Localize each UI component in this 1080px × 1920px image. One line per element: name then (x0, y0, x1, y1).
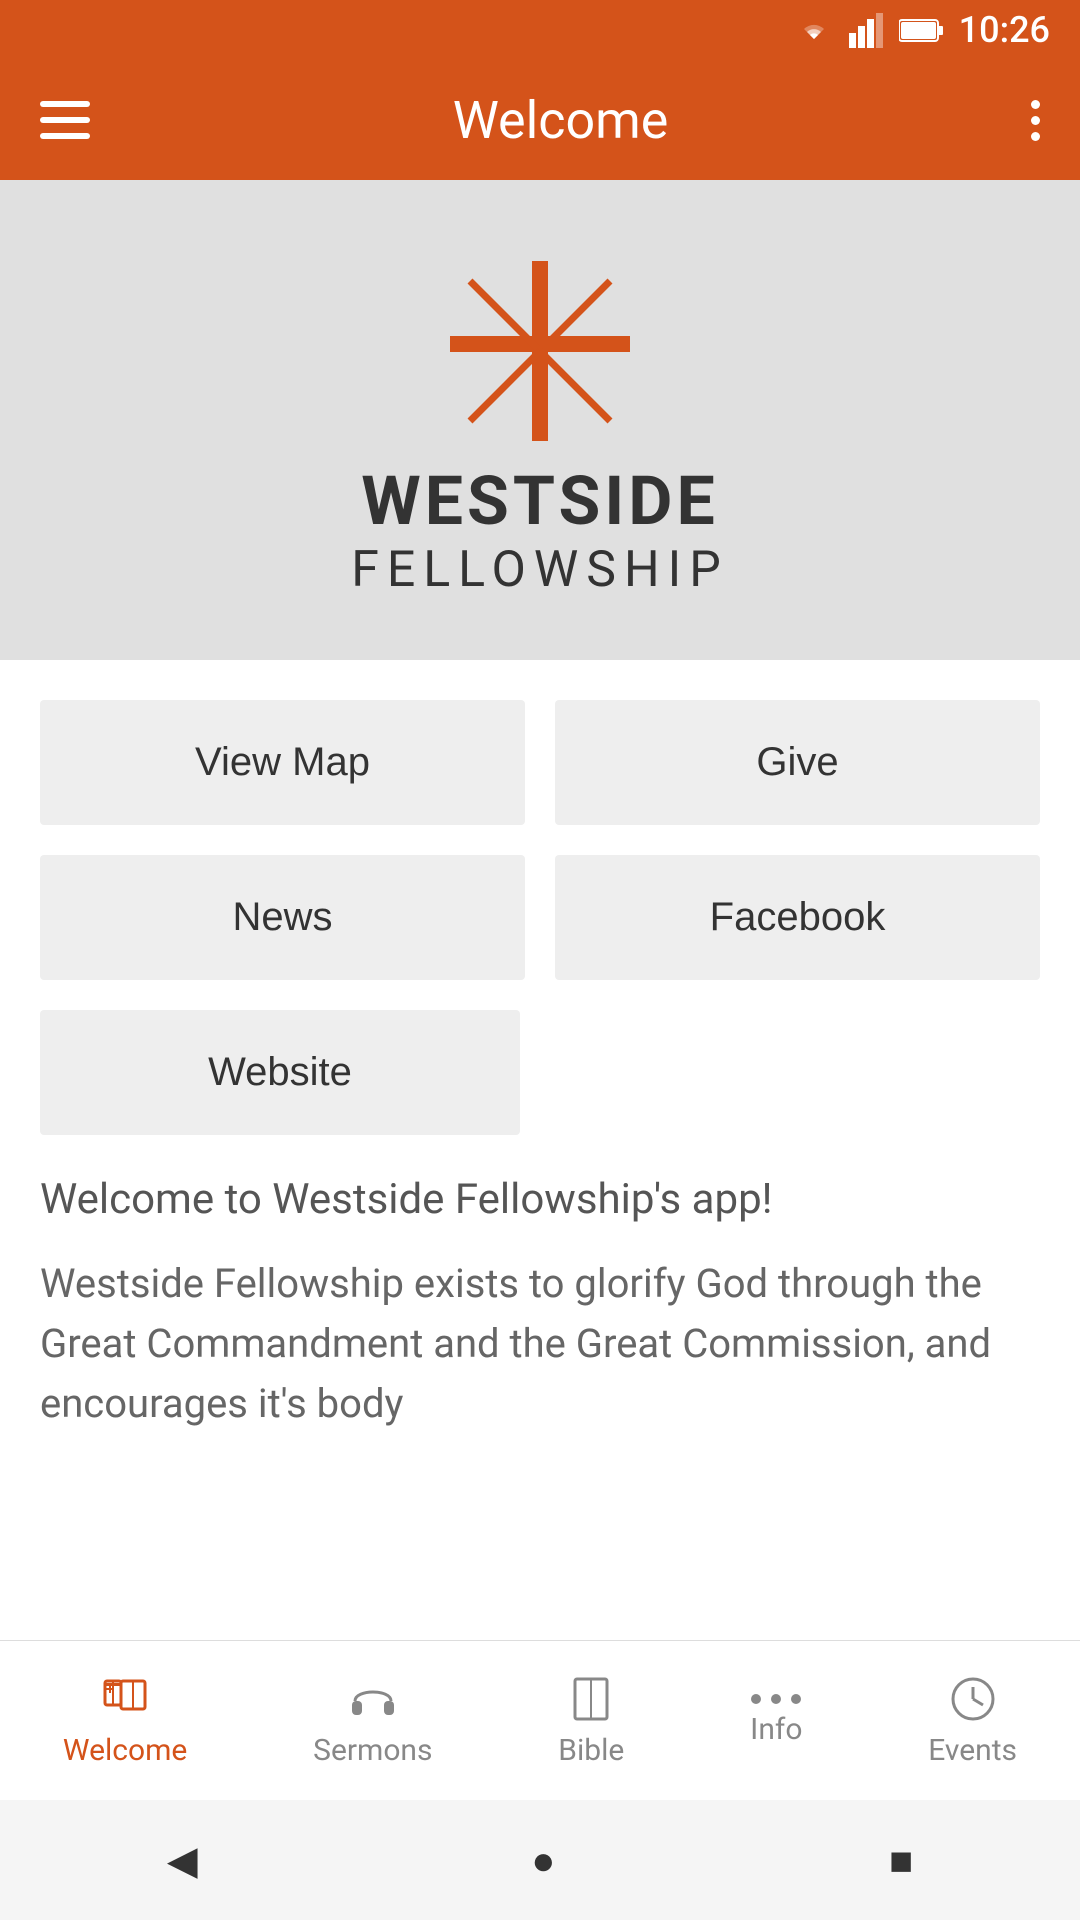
status-icons: 10:26 (794, 9, 1050, 51)
hamburger-line-1 (40, 101, 90, 107)
welcome-heading: Welcome to Westside Fellowship's app! (40, 1175, 1040, 1224)
signal-icon (849, 13, 884, 48)
hamburger-line-2 (40, 117, 90, 123)
system-navigation: ◀ ● ■ (0, 1800, 1080, 1920)
org-subtitle: FELLOWSHIP (351, 541, 729, 599)
hamburger-line-3 (40, 133, 90, 139)
facebook-button[interactable]: Facebook (555, 855, 1040, 980)
nav-item-info[interactable]: Info (730, 1684, 822, 1757)
wifi-icon (794, 15, 834, 45)
nav-item-welcome[interactable]: Welcome (43, 1663, 207, 1778)
status-time: 10:26 (959, 9, 1050, 51)
main-content: View Map Give News Facebook Website Welc… (0, 660, 1080, 1454)
org-name: WESTSIDE (361, 461, 718, 541)
back-button[interactable]: ◀ (167, 1837, 198, 1884)
nav-label-bible: Bible (558, 1733, 624, 1768)
clock-icon (947, 1673, 999, 1725)
website-button[interactable]: Website (40, 1010, 520, 1135)
more-dot-3 (1031, 132, 1040, 141)
hamburger-menu-button[interactable] (40, 101, 90, 139)
welcome-body: Westside Fellowship exists to glorify Go… (40, 1254, 1040, 1434)
nav-item-bible[interactable]: Bible (538, 1663, 644, 1778)
more-dots-icon (751, 1694, 801, 1704)
recent-button[interactable]: ■ (889, 1837, 913, 1884)
home-button[interactable]: ● (531, 1837, 555, 1884)
status-bar: 10:26 (0, 0, 1080, 60)
view-map-button[interactable]: View Map (40, 700, 525, 825)
nav-label-sermons: Sermons (313, 1733, 432, 1768)
more-dot-1 (1031, 100, 1040, 109)
app-bar: Welcome (0, 60, 1080, 180)
more-dot-2 (1031, 116, 1040, 125)
bottom-navigation: Welcome Sermons Bible Info (0, 1640, 1080, 1800)
nav-label-welcome: Welcome (63, 1733, 187, 1768)
give-button[interactable]: Give (555, 700, 1040, 825)
nav-label-events: Events (928, 1733, 1017, 1768)
page-title: Welcome (453, 90, 669, 151)
book-open-icon (99, 1673, 151, 1725)
more-menu-button[interactable] (1031, 100, 1040, 141)
nav-item-events[interactable]: Events (908, 1663, 1037, 1778)
headphones-icon (347, 1673, 399, 1725)
nav-label-info: Info (750, 1712, 802, 1747)
button-grid-row1: View Map Give (40, 700, 1040, 825)
bible-book-icon (565, 1673, 617, 1725)
button-grid-row2: News Facebook (40, 855, 1040, 980)
welcome-text-section: Welcome to Westside Fellowship's app! We… (40, 1175, 1040, 1454)
nav-item-sermons[interactable]: Sermons (293, 1663, 452, 1778)
battery-icon (899, 18, 944, 43)
church-cross-icon (430, 241, 650, 461)
logo-section: WESTSIDE FELLOWSHIP (0, 180, 1080, 660)
news-button[interactable]: News (40, 855, 525, 980)
button-row-website: Website (40, 1010, 1040, 1135)
